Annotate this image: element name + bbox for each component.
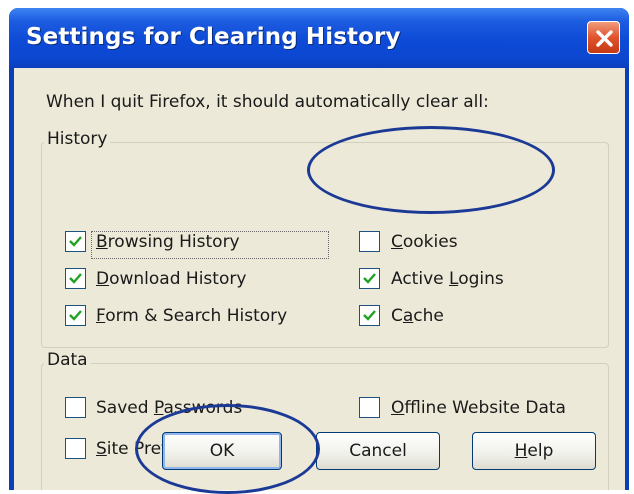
close-button[interactable]: [587, 21, 620, 54]
download-history-label[interactable]: Download History: [96, 269, 246, 289]
form-search-history-label[interactable]: Form & Search History: [96, 306, 287, 326]
cookies-checkbox[interactable]: [359, 231, 380, 252]
checkmark-icon: [69, 236, 82, 247]
checkmark-icon: [69, 310, 82, 321]
ok-highlight-ring: [135, 404, 320, 494]
help-button-accel: H: [514, 441, 528, 461]
history-group-title: History: [44, 129, 111, 149]
cache-label[interactable]: Cache: [391, 306, 444, 326]
saved-passwords-checkbox[interactable]: [65, 397, 86, 418]
cookies-label[interactable]: Cookies: [391, 232, 458, 252]
site-preferences-checkbox[interactable]: [65, 438, 86, 459]
dialog-window: Settings for Clearing History When I qui…: [9, 8, 629, 490]
active-logins-checkbox[interactable]: [359, 268, 380, 289]
browsing-history-label[interactable]: Browsing History: [96, 232, 240, 252]
checkmark-icon: [363, 310, 376, 321]
checkmark-icon: [363, 273, 376, 284]
active-logins-label[interactable]: Active Logins: [391, 269, 504, 289]
data-group-title: Data: [44, 350, 91, 370]
instruction-text: When I quit Firefox, it should automatic…: [46, 92, 489, 112]
title-bar[interactable]: Settings for Clearing History: [9, 8, 629, 68]
browsing-history-checkbox[interactable]: [65, 231, 86, 252]
close-icon: [596, 30, 613, 47]
checkmark-icon: [69, 273, 82, 284]
cookies-highlight-ring: [307, 126, 555, 214]
dialog-body: When I quit Firefox, it should automatic…: [14, 68, 625, 490]
dialog-title: Settings for Clearing History: [26, 24, 401, 50]
form-search-history-checkbox[interactable]: [65, 305, 86, 326]
cache-checkbox[interactable]: [359, 305, 380, 326]
cancel-button[interactable]: Cancel: [316, 432, 440, 470]
download-history-checkbox[interactable]: [65, 268, 86, 289]
data-group: Data: [41, 350, 609, 490]
help-button[interactable]: Help: [472, 432, 596, 470]
offline-website-data-checkbox[interactable]: [359, 397, 380, 418]
offline-website-data-label[interactable]: Offline Website Data: [391, 398, 566, 418]
help-button-rest: elp: [527, 441, 554, 461]
